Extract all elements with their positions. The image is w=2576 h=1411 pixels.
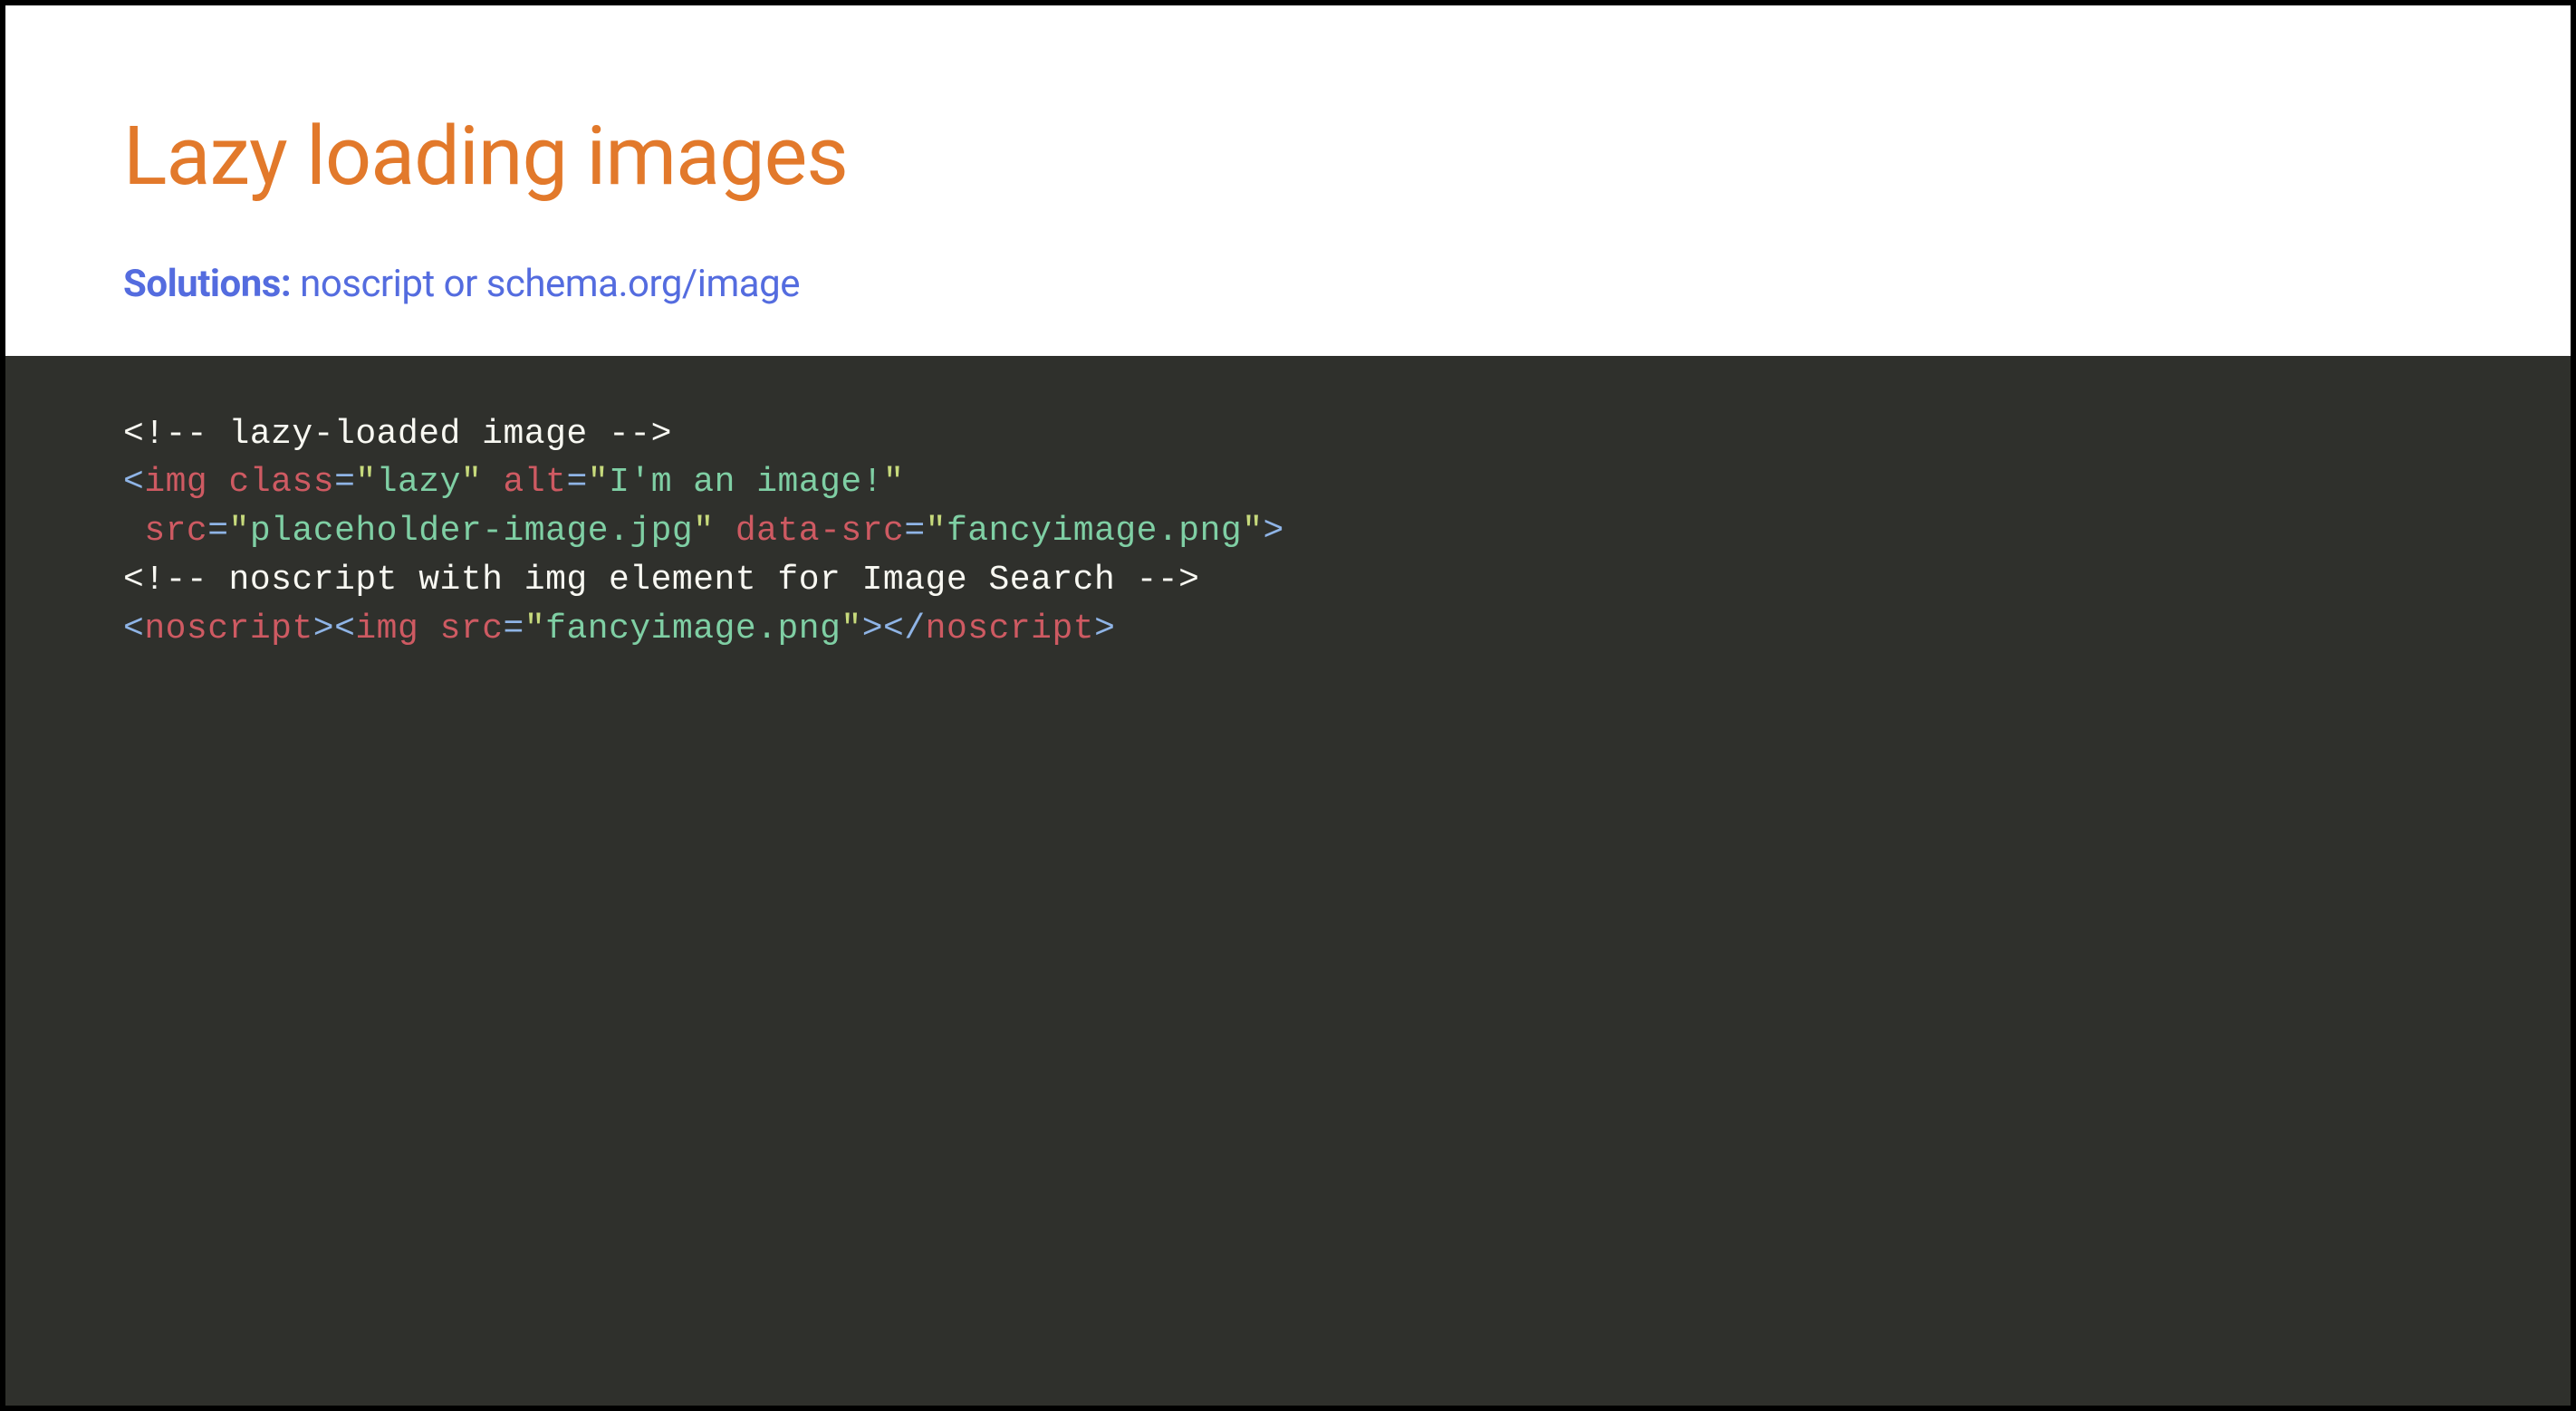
code-attr: class [229,463,335,502]
code-space [207,463,228,502]
slide-title: Lazy loading images [123,114,2453,200]
code-value: fancyimage.png [947,512,1242,551]
code-bracket: > [1264,512,1284,551]
code-block: <!-- lazy-loaded image --> <img class="l… [5,356,2571,1406]
code-space [482,463,503,502]
code-space [715,512,735,551]
code-comment-1: <!-- lazy-loaded image --> [123,415,672,454]
subtitle-label: Solutions: [123,262,291,306]
code-tag: noscript [926,610,1094,648]
code-bracket: < [123,463,144,502]
code-tag: img [355,610,418,648]
slide-header: Lazy loading images Solutions: noscript … [5,5,2571,356]
code-quote: " [883,463,904,502]
code-quote: " [1242,512,1263,551]
code-quote: " [693,512,714,551]
code-quote: " [524,610,545,648]
code-attr: data-src [735,512,904,551]
code-quote: " [926,512,947,551]
code-eq: = [904,512,925,551]
code-bracket: > [1094,610,1115,648]
slide-subtitle: Solutions: noscript or schema.org/image [123,262,2453,306]
code-attr: src [440,610,504,648]
code-attr: alt [504,463,567,502]
code-quote: " [588,463,609,502]
code-eq: = [334,463,355,502]
code-eq: = [504,610,524,648]
code-comment-2: <!-- noscript with img element for Image… [123,561,1200,600]
code-eq: = [566,463,587,502]
subtitle-text: noscript or schema.org/image [291,262,800,306]
code-quote: " [355,463,376,502]
code-tag: noscript [144,610,312,648]
code-quote: " [461,463,482,502]
code-value: placeholder-image.jpg [250,512,693,551]
code-bracket: < [334,610,355,648]
code-value: fancyimage.png [545,610,841,648]
code-eq: = [207,512,228,551]
code-quote: " [841,610,861,648]
slide: Lazy loading images Solutions: noscript … [0,0,2576,1411]
code-space [418,610,439,648]
code-attr: src [144,512,207,551]
code-bracket: > [313,610,334,648]
code-value: lazy [377,463,461,502]
code-bracket: < [123,610,144,648]
code-space [123,512,144,551]
code-bracket: </ [883,610,926,648]
code-value: I'm an image! [609,463,883,502]
code-quote: " [229,512,250,551]
code-bracket: > [862,610,883,648]
code-tag: img [144,463,207,502]
